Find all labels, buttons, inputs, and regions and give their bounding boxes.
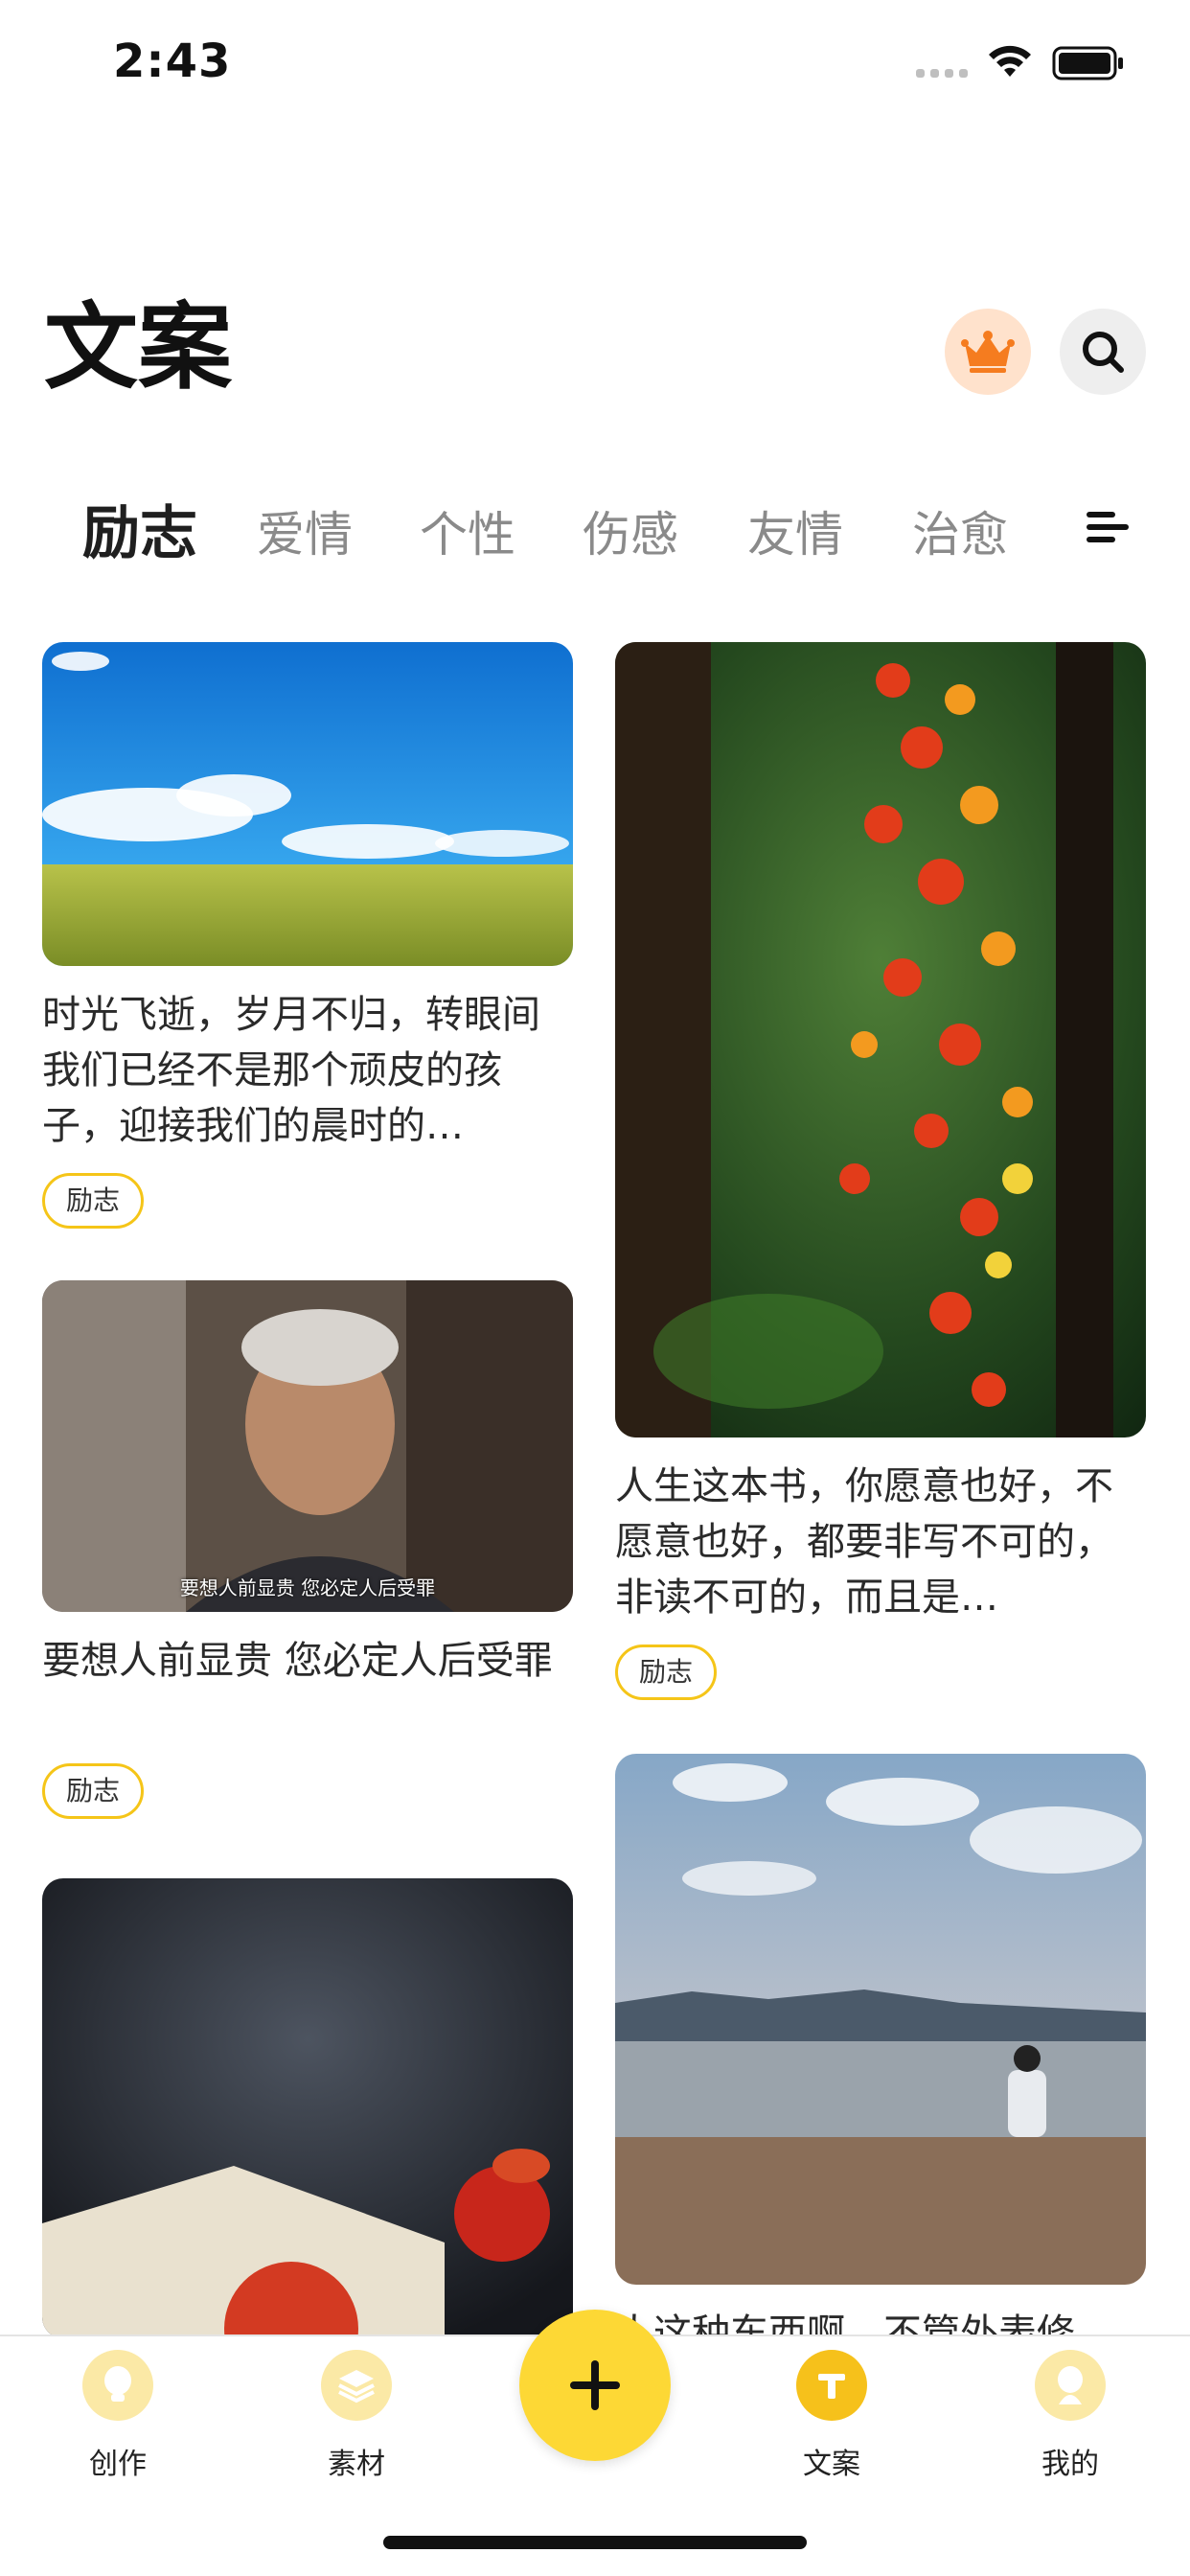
card-image-autumn-leaves: [615, 642, 1146, 1438]
card-tag[interactable]: 励志: [42, 1173, 145, 1229]
card-text: 要想人前显贵 您必定人后受罪: [42, 1639, 553, 1683]
card-image-old-man: 要想人前显贵 您必定人后受罪: [42, 1280, 573, 1612]
card-image-sky-field: [42, 642, 573, 966]
card-text: 时光飞逝，岁月不归，转眼间我们已经不是那个顽皮的孩子，迎接我们的晨时的…: [42, 993, 540, 1148]
card-tag[interactable]: 励志: [42, 1763, 145, 1819]
search-icon: [1083, 332, 1124, 373]
tab-personality[interactable]: 个性: [420, 496, 515, 565]
bulb-icon: [82, 2350, 153, 2421]
crown-icon: [961, 331, 1015, 373]
nav-label: 文案: [803, 2448, 860, 2481]
nav-item-materials[interactable]: 素材: [280, 2350, 433, 2482]
home-indicator: [383, 2536, 807, 2549]
tab-inspirational[interactable]: 励志: [82, 487, 197, 570]
copy-card[interactable]: 人这种东西啊，不管外表修: [615, 1754, 1146, 2344]
card-image-lake: [615, 1754, 1146, 2285]
search-button[interactable]: [1060, 309, 1146, 395]
tab-healing[interactable]: 治愈: [912, 496, 1008, 565]
page-title: 文案: [44, 293, 233, 402]
wifi-icon: [989, 45, 1031, 77]
page: 2:43 文案 励志 爱情 个性 伤感 友情 治愈 时光飞逝，岁月不归，转眼间我…: [0, 0, 1190, 2576]
card-image-book-apples: [42, 1878, 573, 2338]
nav-item-create[interactable]: 创作: [41, 2350, 195, 2482]
layers-icon: [321, 2350, 392, 2421]
tab-friendship[interactable]: 友情: [747, 496, 843, 565]
card-tag[interactable]: 励志: [615, 1644, 718, 1700]
nav-label: 创作: [89, 2448, 147, 2481]
tab-love[interactable]: 爱情: [257, 496, 353, 565]
category-menu-icon[interactable]: [1083, 506, 1133, 548]
tab-sad[interactable]: 伤感: [583, 496, 678, 565]
copy-card[interactable]: 时光飞逝，岁月不归，转眼间我们已经不是那个顽皮的孩子，迎接我们的晨时的… 励志: [42, 642, 573, 1229]
profile-icon: [1035, 2350, 1106, 2421]
cellular-signal-icon: [916, 69, 968, 78]
status-time: 2:43: [113, 34, 232, 88]
copy-card[interactable]: 人生这本书，你愿意也好，不愿意也好，都要非写不可的，非读不可的，而且是… 励志: [615, 642, 1146, 1700]
nav-item-profile[interactable]: 我的: [994, 2350, 1147, 2482]
copy-card[interactable]: [42, 1878, 573, 2338]
vip-button[interactable]: [945, 309, 1031, 395]
battery-icon: [1052, 46, 1123, 80]
add-button[interactable]: [519, 2310, 671, 2461]
image-caption: 要想人前显贵 您必定人后受罪: [179, 1576, 436, 1599]
card-text: 人生这本书，你愿意也好，不愿意也好，都要非写不可的，非读不可的，而且是…: [615, 1464, 1113, 1620]
nav-label: 我的: [1041, 2448, 1099, 2481]
nav-label: 素材: [328, 2448, 385, 2481]
category-tabs: 励志 爱情 个性 伤感 友情 治愈: [0, 479, 1190, 575]
nav-item-copywriting[interactable]: 文案: [755, 2350, 908, 2482]
text-t-icon: [796, 2350, 867, 2421]
plus-icon: [570, 2360, 620, 2410]
status-bar: 2:43: [0, 0, 1190, 126]
copy-card[interactable]: 要想人前显贵 您必定人后受罪 要想人前显贵 您必定人后受罪 励志: [42, 1280, 573, 1819]
